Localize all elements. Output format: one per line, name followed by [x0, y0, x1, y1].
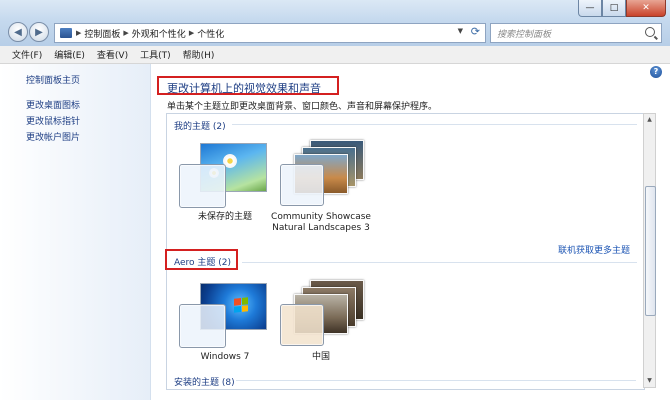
aero-themes-highlight: Aero 主题 (2) [165, 249, 238, 270]
theme-china[interactable]: 中国 [266, 280, 376, 363]
aero-themes-label: Aero 主题 (2) [174, 258, 232, 268]
menu-view[interactable]: 查看(V) [91, 48, 134, 61]
theme-unsaved[interactable]: 未保存的主题 [170, 140, 280, 223]
page-title-highlight: 更改计算机上的视觉效果和声音 [157, 76, 339, 95]
theme-name: 中国 [311, 352, 330, 362]
windows-logo-icon [234, 297, 248, 313]
theme-thumbnail [170, 140, 280, 212]
theme-name: 未保存的主题 [197, 212, 252, 222]
chevron-down-icon[interactable]: ▼ [458, 27, 463, 35]
online-themes-link[interactable]: 联机获取更多主题 [558, 243, 630, 256]
sidebar-item-account-picture[interactable]: 更改帐户图片 [26, 130, 80, 146]
theme-name: Natural Landscapes 3 [272, 223, 370, 233]
search-placeholder: 搜索控制面板 [497, 30, 552, 40]
breadcrumb-personalization[interactable]: 个性化 [194, 27, 227, 40]
sidebar-home-link[interactable]: 控制面板主页 [26, 73, 80, 86]
theme-thumbnail [266, 280, 376, 352]
theme-community-showcase[interactable]: Community Showcase Natural Landscapes 3 [266, 140, 376, 234]
page-title: 更改计算机上的视觉效果和声音 [167, 82, 321, 95]
theme-name: Windows 7 [200, 352, 250, 362]
window-color-preview [179, 164, 226, 208]
installed-themes-label: 安装的主题 (8) [174, 378, 235, 388]
theme-name: Community Showcase [271, 212, 371, 222]
group-divider [242, 262, 637, 263]
forward-button[interactable]: ▶ [29, 22, 49, 42]
group-divider [236, 380, 636, 381]
close-button[interactable]: ✕ [626, 0, 666, 17]
refresh-icon[interactable]: ⟳ [471, 25, 480, 38]
breadcrumb-control-panel[interactable]: 控制面板 [81, 27, 123, 40]
scrollbar-thumb[interactable] [645, 186, 656, 316]
help-icon[interactable]: ? [650, 66, 662, 78]
address-bar[interactable]: ▶ 控制面板 ▶ 外观和个性化 ▶ 个性化 ▼ ⟳ [54, 23, 486, 43]
menu-bar: 文件(F) 编辑(E) 查看(V) 工具(T) 帮助(H) [0, 46, 670, 64]
theme-thumbnail [266, 140, 376, 212]
window-color-preview [280, 164, 324, 206]
scroll-down-icon[interactable]: ▼ [644, 375, 655, 387]
sidebar: 控制面板主页 更改桌面图标 更改鼠标指针 更改帐户图片 [0, 64, 151, 400]
search-input[interactable]: 搜索控制面板 [490, 23, 662, 43]
window-color-preview [280, 304, 324, 346]
theme-thumbnail [170, 280, 280, 352]
scroll-up-icon[interactable]: ▲ [644, 114, 655, 126]
maximize-button[interactable]: □ [602, 0, 626, 17]
back-arrow-icon: ◀ [14, 26, 22, 38]
window-color-preview [179, 304, 226, 348]
theme-windows-7[interactable]: Windows 7 [170, 280, 280, 363]
forward-arrow-icon: ▶ [35, 26, 43, 38]
menu-edit[interactable]: 编辑(E) [48, 48, 91, 61]
menu-help[interactable]: 帮助(H) [177, 48, 221, 61]
sidebar-item-desktop-icons[interactable]: 更改桌面图标 [26, 98, 80, 114]
sidebar-item-mouse-pointer[interactable]: 更改鼠标指针 [26, 114, 80, 130]
vertical-scrollbar[interactable]: ▲ ▼ [643, 113, 656, 388]
page-subtitle: 单击某个主题立即更改桌面背景、窗口颜色、声音和屏幕保护程序。 [167, 102, 438, 112]
control-panel-icon [60, 28, 72, 38]
breadcrumb-appearance[interactable]: 外观和个性化 [129, 27, 189, 40]
search-icon[interactable] [645, 27, 655, 37]
window-titlebar: — □ ✕ ◀ ▶ ▶ 控制面板 ▶ 外观和个性化 ▶ 个性化 ▼ ⟳ 搜索控制… [0, 0, 670, 46]
back-button[interactable]: ◀ [8, 22, 28, 42]
menu-tools[interactable]: 工具(T) [134, 48, 177, 61]
menu-file[interactable]: 文件(F) [0, 48, 48, 61]
window-controls: — □ ✕ [578, 0, 666, 17]
my-themes-label: 我的主题 (2) [174, 122, 226, 132]
minimize-button[interactable]: — [578, 0, 602, 17]
group-divider [232, 124, 637, 125]
